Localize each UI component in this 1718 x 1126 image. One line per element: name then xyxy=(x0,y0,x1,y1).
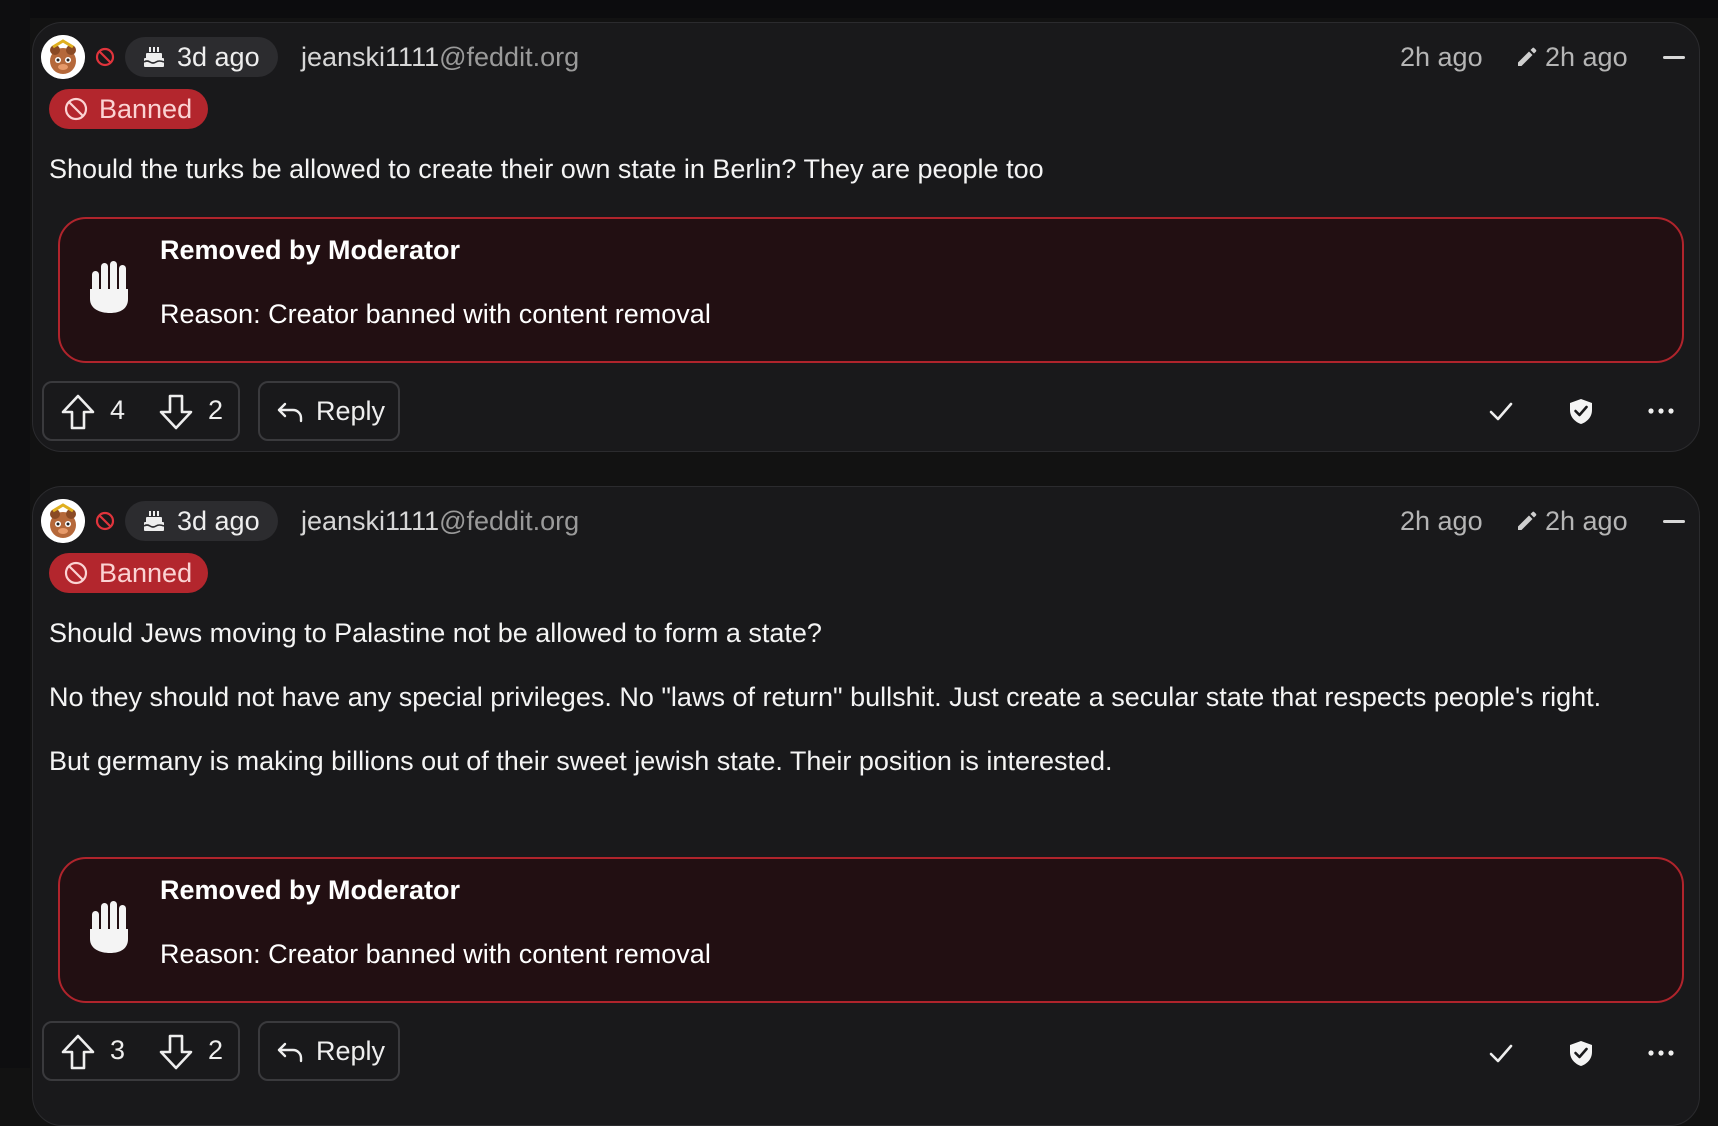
reply-button[interactable]: Reply xyxy=(258,381,400,441)
comment-body: Should the turks be allowed to create th… xyxy=(49,145,1669,209)
removed-notice: Removed by Moderator Reason: Creator ban… xyxy=(58,857,1684,1003)
published-time: 2h ago xyxy=(1400,42,1483,72)
removed-title: Removed by Moderator xyxy=(160,235,461,265)
cake-age: 3d ago xyxy=(177,41,260,72)
comment-card: 3d ago jeanski1111@feddit.org 2h ago 2h … xyxy=(32,22,1700,452)
badge-label: Banned xyxy=(99,93,193,124)
reply-icon xyxy=(277,402,303,423)
removed-title: Removed by Moderator xyxy=(160,875,461,905)
user-instance: @feddit.org xyxy=(439,42,580,72)
published-time: 2h ago xyxy=(1400,506,1483,536)
vote-group: 4 2 xyxy=(42,381,240,441)
collapse-icon[interactable] xyxy=(1663,520,1685,523)
top-edge xyxy=(0,0,1718,18)
reply-button[interactable]: Reply xyxy=(258,1021,400,1081)
shield-icon[interactable] xyxy=(1567,1039,1595,1067)
downvote-icon[interactable] xyxy=(158,393,194,431)
pencil-icon xyxy=(1518,511,1537,530)
badge-label: Banned xyxy=(99,557,193,588)
upvote-count: 3 xyxy=(110,1035,126,1065)
reply-label: Reply xyxy=(316,396,386,426)
upvote-icon[interactable] xyxy=(60,393,96,431)
more-icon[interactable] xyxy=(1647,1039,1675,1067)
ban-icon xyxy=(64,97,88,121)
upvote-count: 4 xyxy=(110,395,126,425)
reply-icon xyxy=(277,1042,303,1063)
shield-icon[interactable] xyxy=(1567,397,1595,425)
user-name: jeanski1111 xyxy=(301,506,440,536)
check-icon[interactable] xyxy=(1487,397,1515,425)
reply-label: Reply xyxy=(316,1036,386,1066)
reason-label: Reason: xyxy=(160,299,261,329)
banned-badge: Banned xyxy=(49,553,209,593)
downvote-count: 2 xyxy=(208,395,224,425)
avatar[interactable] xyxy=(41,499,85,543)
reason-text: Creator banned with content removal xyxy=(260,939,711,969)
reason-text: Creator banned with content removal xyxy=(260,299,711,329)
cake-day-pill: 3d ago xyxy=(125,37,278,77)
comment-paragraph: Should the turks be allowed to create th… xyxy=(49,154,1044,184)
removed-notice: Removed by Moderator Reason: Creator ban… xyxy=(58,217,1684,363)
upvote-icon[interactable] xyxy=(60,1033,96,1071)
ban-icon xyxy=(64,561,88,585)
comment-body: Should Jews moving to Palastine not be a… xyxy=(49,609,1669,801)
edited-time: 2h ago xyxy=(1545,42,1628,72)
removed-reason: Reason: Creator banned with content remo… xyxy=(160,939,711,970)
downvote-icon[interactable] xyxy=(158,1033,194,1071)
comment-paragraph: No they should not have any special priv… xyxy=(49,682,1602,712)
vote-group: 3 2 xyxy=(42,1021,240,1081)
avatar[interactable] xyxy=(41,35,85,79)
ban-icon xyxy=(95,47,115,67)
hand-icon xyxy=(90,901,128,953)
username-link[interactable]: jeanski1111@feddit.org xyxy=(301,506,579,537)
cake-icon xyxy=(143,511,165,531)
user-name: jeanski1111 xyxy=(301,42,440,72)
comment-paragraph: But germany is making billions out of th… xyxy=(49,746,1113,776)
removed-reason: Reason: Creator banned with content remo… xyxy=(160,299,711,330)
edited-time: 2h ago xyxy=(1545,506,1628,536)
collapse-icon[interactable] xyxy=(1663,56,1685,59)
pencil-icon xyxy=(1518,47,1537,66)
comment-header: 3d ago jeanski1111@feddit.org 2h ago 2h … xyxy=(41,497,1691,545)
check-icon[interactable] xyxy=(1487,1039,1515,1067)
user-instance: @feddit.org xyxy=(439,506,580,536)
reason-label: Reason: xyxy=(160,939,261,969)
cake-age: 3d ago xyxy=(177,505,260,536)
more-icon[interactable] xyxy=(1647,397,1675,425)
hand-icon xyxy=(90,261,128,313)
username-link[interactable]: jeanski1111@feddit.org xyxy=(301,42,579,73)
ban-icon xyxy=(95,511,115,531)
cake-day-pill: 3d ago xyxy=(125,501,278,541)
comment-header: 3d ago jeanski1111@feddit.org 2h ago 2h … xyxy=(41,33,1691,81)
left-edge xyxy=(0,0,30,1068)
comment-card: 3d ago jeanski1111@feddit.org 2h ago 2h … xyxy=(32,486,1700,1126)
comment-paragraph: Should Jews moving to Palastine not be a… xyxy=(49,618,822,648)
downvote-count: 2 xyxy=(208,1035,224,1065)
banned-badge: Banned xyxy=(49,89,209,129)
cake-icon xyxy=(143,47,165,67)
